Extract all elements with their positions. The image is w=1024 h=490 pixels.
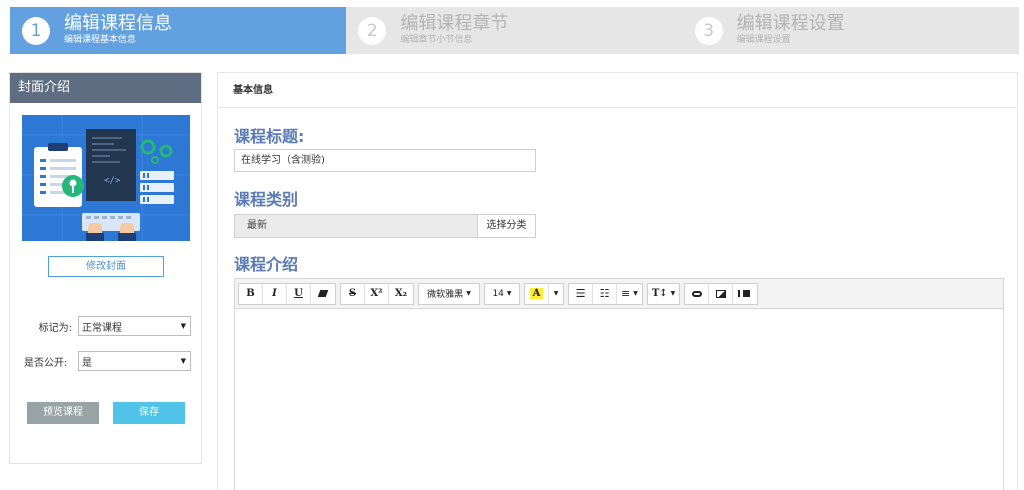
superscript-button[interactable]: X² [365, 283, 389, 304]
video-icon [740, 290, 751, 297]
text-style-icon: T↕ [651, 288, 668, 299]
font-size-value: 14 [492, 288, 504, 299]
step-number: 3 [694, 16, 723, 45]
course-cover-image: </> [22, 115, 190, 241]
step-number: 2 [358, 16, 387, 45]
course-title-input[interactable]: 在线学习（含测验) [234, 149, 536, 172]
editor-content-area[interactable] [235, 309, 1003, 490]
step-title: 编辑课程信息 [64, 13, 172, 35]
eraser-button[interactable] [311, 284, 335, 304]
mark-as-value: 正常课程 [82, 322, 122, 334]
font-size-dropdown[interactable]: 14 ▼ [485, 284, 519, 304]
font-color-icon: A [529, 288, 544, 299]
eraser-icon [317, 290, 329, 297]
italic-button[interactable]: I [263, 283, 287, 304]
is-public-value: 是 [82, 357, 92, 369]
svg-text:</>: </> [104, 176, 121, 186]
course-category-label: 课程类别 [234, 190, 299, 209]
preview-course-button[interactable]: 预览课程 [27, 402, 99, 424]
caret-down-icon: ▼ [180, 357, 186, 365]
step-title: 编辑课程章节 [400, 13, 509, 35]
rich-text-editor: B I U S X² X₂ 微软雅黑 ▼ 14 ▼ A ▼ ☰ ☷ ≡ ▼ T↕… [234, 278, 1004, 490]
panel-title: 基本信息 [218, 73, 1017, 108]
step-subtitle: 编辑课程设置 [736, 35, 791, 46]
change-cover-button[interactable]: 修改封面 [48, 256, 164, 277]
editor-toolbar: B I U S X² X₂ 微软雅黑 ▼ 14 ▼ A ▼ ☰ ☷ ≡ ▼ T↕… [235, 279, 1003, 309]
font-family-dropdown[interactable]: 微软雅黑 ▼ [419, 284, 479, 304]
subscript-button[interactable]: X₂ [389, 284, 413, 304]
caret-down-icon: ▼ [670, 290, 676, 297]
underline-button[interactable]: U [287, 283, 311, 304]
font-family-value: 微软雅黑 [427, 290, 464, 300]
course-category-value: 最新 [235, 215, 477, 237]
caret-down-icon: ▼ [553, 290, 559, 297]
text-style-dropdown[interactable]: T↕ ▼ [648, 284, 679, 304]
mark-as-label: 标记为: [38, 322, 72, 334]
caret-down-icon: ▼ [466, 290, 471, 297]
bold-button[interactable]: B [239, 283, 263, 304]
is-public-select[interactable]: 是 ▼ [78, 351, 191, 371]
link-icon [691, 290, 702, 297]
caret-down-icon: ▼ [506, 290, 512, 297]
numbered-list-button[interactable]: ☷ [593, 283, 617, 304]
step-edit-settings[interactable]: 3 编辑课程设置 编辑课程设置 [682, 7, 1019, 54]
step-subtitle: 编辑课程基本信息 [64, 35, 137, 46]
basic-info-panel: 基本信息 课程标题: 在线学习（含测验) 课程类别 最新 选择分类 课程介绍 B… [217, 72, 1018, 490]
caret-down-icon: ▼ [180, 322, 186, 330]
align-dropdown[interactable]: ≡ ▼ [617, 284, 642, 304]
step-edit-chapters[interactable]: 2 编辑课程章节 编辑章节小节信息 [346, 7, 683, 54]
save-button[interactable]: 保存 [113, 402, 185, 424]
link-button[interactable] [685, 283, 710, 304]
strikethrough-button[interactable]: S [341, 283, 365, 304]
course-category-field: 最新 选择分类 [234, 214, 536, 238]
caret-down-icon: ▼ [633, 290, 638, 297]
bullet-list-icon: ☰ [575, 287, 586, 300]
step-title: 编辑课程设置 [736, 13, 845, 35]
step-number: 1 [22, 16, 50, 45]
course-intro-label: 课程介绍 [234, 255, 299, 274]
select-category-button[interactable]: 选择分类 [477, 215, 535, 237]
font-color-button[interactable]: A [525, 283, 549, 304]
mark-as-select[interactable]: 正常课程 ▼ [78, 316, 191, 336]
align-icon: ≡ [621, 287, 631, 300]
is-public-row: 是否公开: 是 ▼ [24, 351, 191, 371]
bullet-list-button[interactable]: ☰ [569, 283, 593, 304]
image-button[interactable] [709, 283, 734, 304]
video-button[interactable] [733, 284, 757, 304]
cover-panel-title: 封面介绍 [10, 73, 201, 103]
step-edit-course-info[interactable]: 1 编辑课程信息 编辑课程基本信息 [10, 7, 347, 54]
step-subtitle: 编辑章节小节信息 [400, 35, 473, 46]
is-public-label: 是否公开: [24, 357, 68, 369]
cover-panel: 封面介绍 </> 修改封面 标记为: 正常课程 ▼ 是否公开: 是 ▼ 预览课程… [9, 72, 202, 464]
mark-as-row: 标记为: 正常课程 ▼ [32, 316, 191, 336]
font-color-dropdown[interactable]: ▼ [549, 284, 563, 304]
course-title-label: 课程标题: [234, 127, 305, 146]
image-icon [715, 289, 726, 298]
wizard-steps: 1 编辑课程信息 编辑课程基本信息 2 编辑课程章节 编辑章节小节信息 3 编辑… [10, 7, 1019, 54]
numbered-list-icon: ☷ [599, 287, 610, 300]
